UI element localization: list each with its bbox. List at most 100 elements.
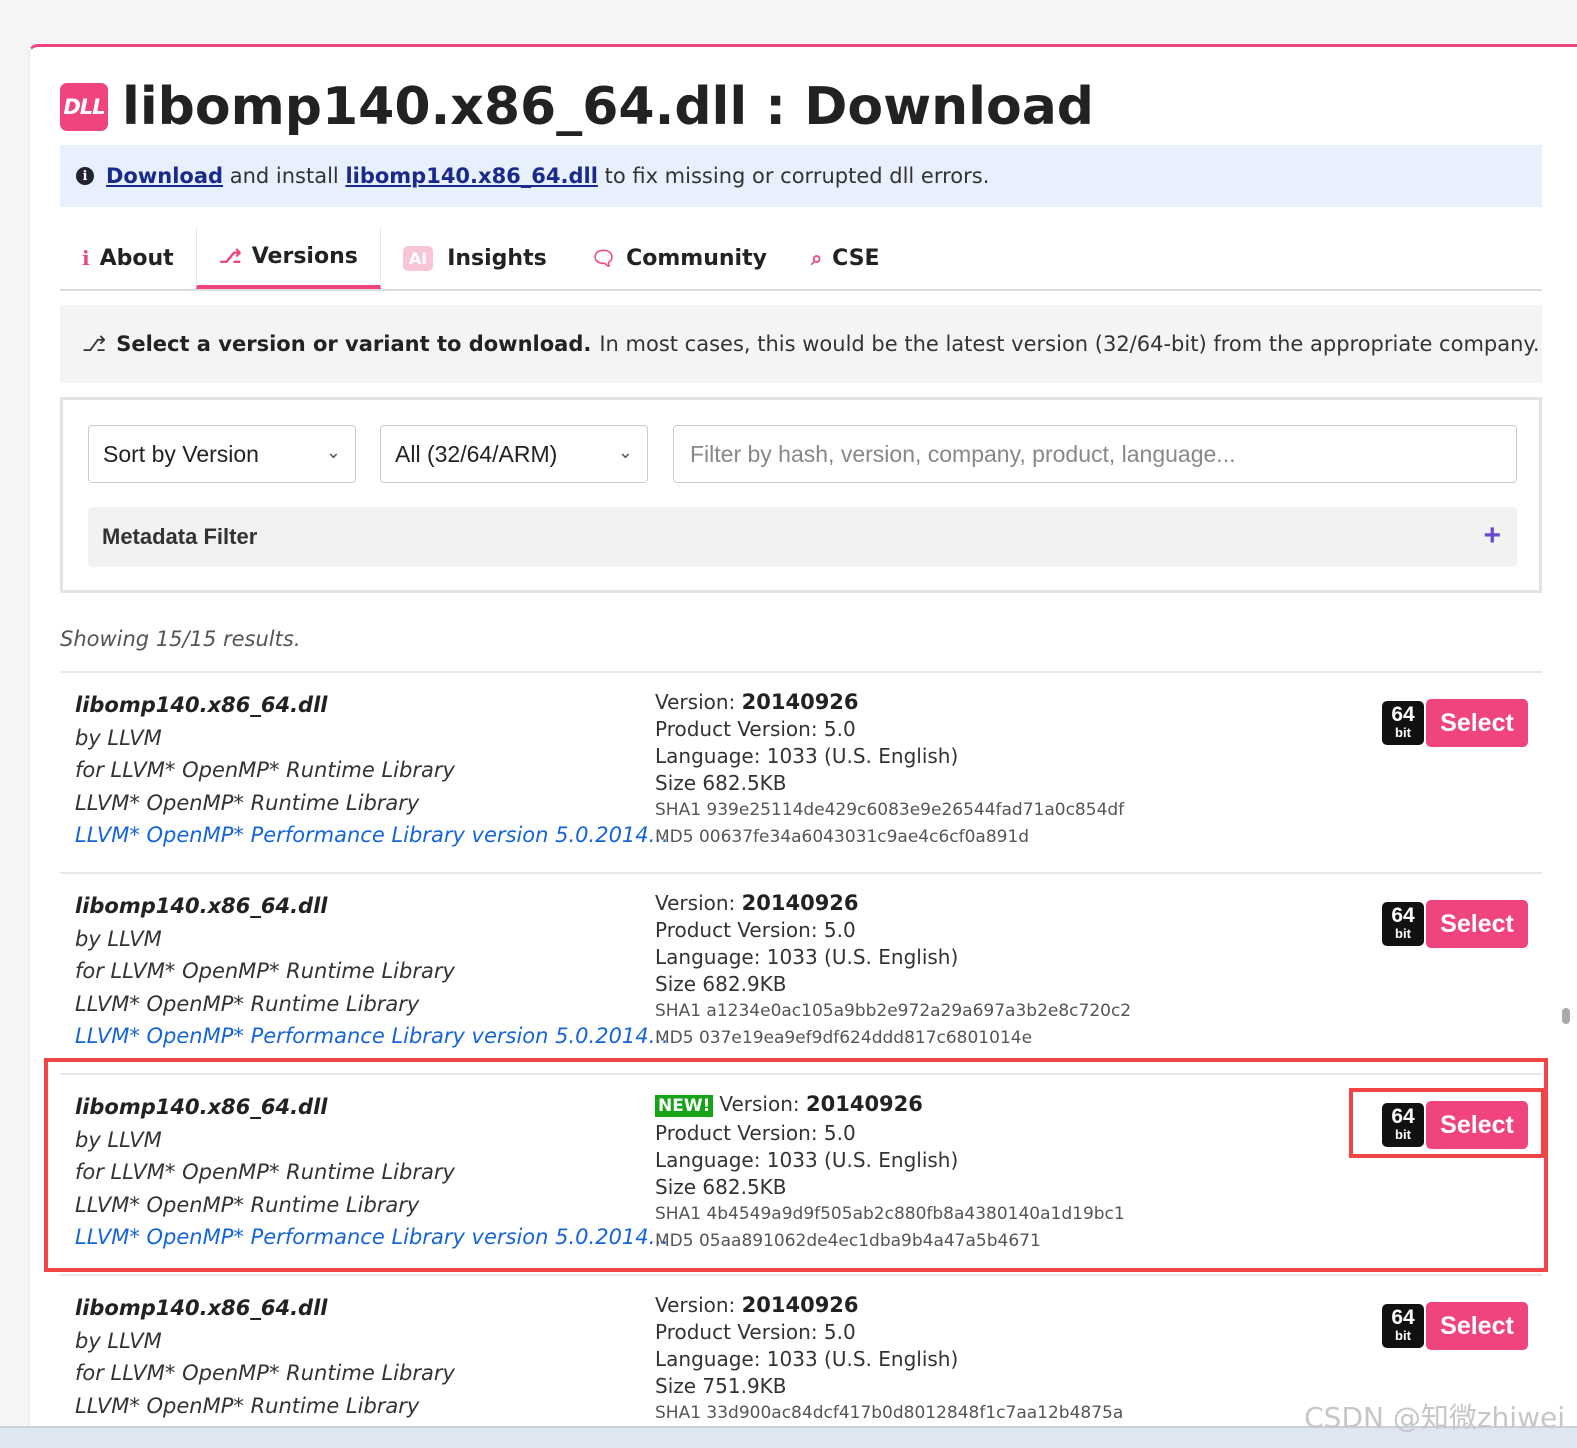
- info-icon: i: [82, 246, 90, 270]
- version-value: 20140926: [741, 690, 859, 714]
- main-card: DLL libomp140.x86_64.dll : Download i Do…: [28, 44, 1577, 1434]
- result-details: Version: 20140926 Product Version: 5.0 L…: [655, 890, 1131, 1052]
- results-list: libomp140.x86_64.dll by LLVM for LLVM* O…: [60, 671, 1542, 1434]
- metadata-filter-toggle[interactable]: Metadata Filter +: [88, 507, 1517, 567]
- result-info: libomp140.x86_64.dll by LLVM for LLVM* O…: [75, 1091, 669, 1254]
- result-version: NEW! Version: 20140926: [655, 1091, 1125, 1120]
- result-details: Version: 20140926 Product Version: 5.0 L…: [655, 689, 1124, 851]
- tab-insights[interactable]: AI Insights: [381, 227, 569, 289]
- metadata-filter-label: Metadata Filter: [102, 524, 258, 549]
- bit-badge: 64 bit: [1382, 902, 1424, 946]
- result-details: NEW! Version: 20140926 Product Version: 5…: [655, 1091, 1125, 1255]
- tab-cse-label: CSE: [832, 245, 880, 271]
- bit-badge: 64 bit: [1382, 701, 1424, 745]
- result-size: Size 682.9KB: [655, 972, 787, 996]
- sort-select[interactable]: Sort by Version ⌄: [88, 425, 356, 483]
- result-details: Version: 20140926 Product Version: 5.0 L…: [655, 1292, 1123, 1427]
- result-info: libomp140.x86_64.dll by LLVM for LLVM* O…: [75, 1292, 455, 1422]
- result-company: by LLVM: [75, 1127, 162, 1152]
- select-button[interactable]: Select: [1426, 1101, 1528, 1149]
- arch-select[interactable]: All (32/64/ARM) ⌄: [380, 425, 648, 483]
- result-description-link[interactable]: LLVM* OpenMP* Performance Library versio…: [75, 1221, 669, 1254]
- title-row: DLL libomp140.x86_64.dll : Download: [60, 77, 1094, 137]
- info-bar: i Download and install libomp140.x86_64.…: [60, 145, 1542, 207]
- arch-select-value: All (32/64/ARM): [395, 440, 558, 467]
- tab-bar: i About ⎇ Versions AI Insights 🗨 Communi…: [60, 227, 1542, 291]
- result-md5: MD5 00637fe34a6043031c9ae4c6cf0a891d: [655, 827, 1030, 847]
- bit-label: bit: [1395, 926, 1411, 941]
- result-for: for LLVM* OpenMP* Runtime Library: [75, 959, 455, 983]
- info-circle-icon: i: [76, 167, 94, 185]
- plus-icon[interactable]: +: [1483, 519, 1501, 553]
- result-filename: libomp140.x86_64.dll: [75, 693, 328, 717]
- results-count: Showing 15/15 results.: [60, 627, 301, 651]
- result-product-version: Product Version: 5.0: [655, 1121, 856, 1145]
- version-label: Version:: [655, 891, 742, 915]
- result-for: for LLVM* OpenMP* Runtime Library: [75, 1361, 455, 1385]
- version-label: Version:: [655, 690, 742, 714]
- tab-versions[interactable]: ⎇ Versions: [195, 227, 381, 289]
- result-sha1: SHA1 a1234e0ac105a9bb2e972a29a697a3b2e8c…: [655, 1001, 1132, 1021]
- hint-bar: ⎇ Select a version or variant to downloa…: [60, 305, 1542, 383]
- search-input[interactable]: [673, 425, 1517, 483]
- bit-number: 64: [1391, 904, 1415, 927]
- version-label: Version:: [719, 1092, 806, 1116]
- chevron-down-icon: ⌄: [325, 442, 341, 462]
- result-filename: libomp140.x86_64.dll: [75, 894, 328, 918]
- bit-label: bit: [1395, 1127, 1411, 1142]
- bit-badge: 64 bit: [1382, 1103, 1424, 1147]
- hint-bold: Select a version or variant to download.: [116, 332, 592, 356]
- result-row: libomp140.x86_64.dll by LLVM for LLVM* O…: [60, 872, 1542, 1073]
- result-product: LLVM* OpenMP* Runtime Library: [75, 790, 420, 815]
- tab-about[interactable]: i About: [60, 227, 196, 289]
- sort-select-value: Sort by Version: [103, 440, 259, 467]
- dll-logo: DLL: [60, 83, 108, 131]
- result-description-link[interactable]: LLVM* OpenMP* Performance Library versio…: [75, 819, 669, 852]
- result-company: by LLVM: [75, 926, 162, 951]
- result-size: Size 682.5KB: [655, 1175, 787, 1199]
- result-product-version: Product Version: 5.0: [655, 717, 856, 741]
- version-value: 20140926: [806, 1092, 923, 1116]
- result-company: by LLVM: [75, 1328, 162, 1353]
- result-filename: libomp140.x86_64.dll: [75, 1296, 328, 1320]
- result-language: Language: 1033 (U.S. English): [655, 1148, 959, 1172]
- result-size: Size 682.5KB: [655, 771, 787, 795]
- result-language: Language: 1033 (U.S. English): [655, 744, 959, 768]
- bit-number: 64: [1391, 703, 1415, 726]
- result-size: Size 751.9KB: [655, 1374, 787, 1398]
- scrollbar-thumb[interactable]: [1562, 1008, 1570, 1024]
- tab-insights-label: Insights: [447, 245, 547, 271]
- tab-versions-label: Versions: [251, 243, 358, 269]
- select-button[interactable]: Select: [1426, 900, 1528, 948]
- result-company: by LLVM: [75, 725, 162, 750]
- tab-about-label: About: [99, 245, 174, 271]
- select-button[interactable]: Select: [1426, 699, 1528, 747]
- result-version: Version: 20140926: [655, 689, 1124, 716]
- branch-icon: ⎇: [82, 332, 107, 356]
- branch-icon: ⎇: [218, 244, 242, 268]
- result-product-version: Product Version: 5.0: [655, 1320, 856, 1344]
- info-text-2: to fix missing or corrupted dll errors.: [597, 164, 990, 188]
- dll-name-link[interactable]: libomp140.x86_64.dll: [345, 164, 597, 188]
- bit-label: bit: [1395, 1328, 1411, 1343]
- page-title: libomp140.x86_64.dll : Download: [122, 77, 1095, 137]
- tab-community[interactable]: 🗨 Community: [569, 227, 789, 289]
- download-link[interactable]: Download: [106, 164, 223, 188]
- ai-badge-icon: AI: [402, 245, 434, 271]
- result-for: for LLVM* OpenMP* Runtime Library: [75, 758, 455, 782]
- result-description-link[interactable]: LLVM* OpenMP* Performance Library versio…: [75, 1020, 669, 1053]
- result-version: Version: 20140926: [655, 1292, 1123, 1319]
- select-button[interactable]: Select: [1426, 1302, 1528, 1350]
- chevron-down-icon: ⌄: [617, 442, 633, 462]
- magnify-icon: ⌕: [810, 246, 823, 270]
- result-md5: MD5 037e19ea9ef9df624ddd817c6801014e: [655, 1028, 1033, 1048]
- bit-badge: 64 bit: [1382, 1304, 1424, 1348]
- version-label: Version:: [655, 1293, 742, 1317]
- result-version: Version: 20140926: [655, 890, 1131, 917]
- tab-cse[interactable]: ⌕ CSE: [789, 227, 902, 289]
- result-language: Language: 1033 (U.S. English): [655, 1347, 959, 1371]
- chat-icon: 🗨: [590, 246, 617, 270]
- result-sha1: SHA1 33d900ac84dcf417b0d8012848f1c7aa12b…: [655, 1403, 1124, 1423]
- result-product: LLVM* OpenMP* Runtime Library: [75, 1192, 420, 1217]
- bit-number: 64: [1391, 1306, 1415, 1329]
